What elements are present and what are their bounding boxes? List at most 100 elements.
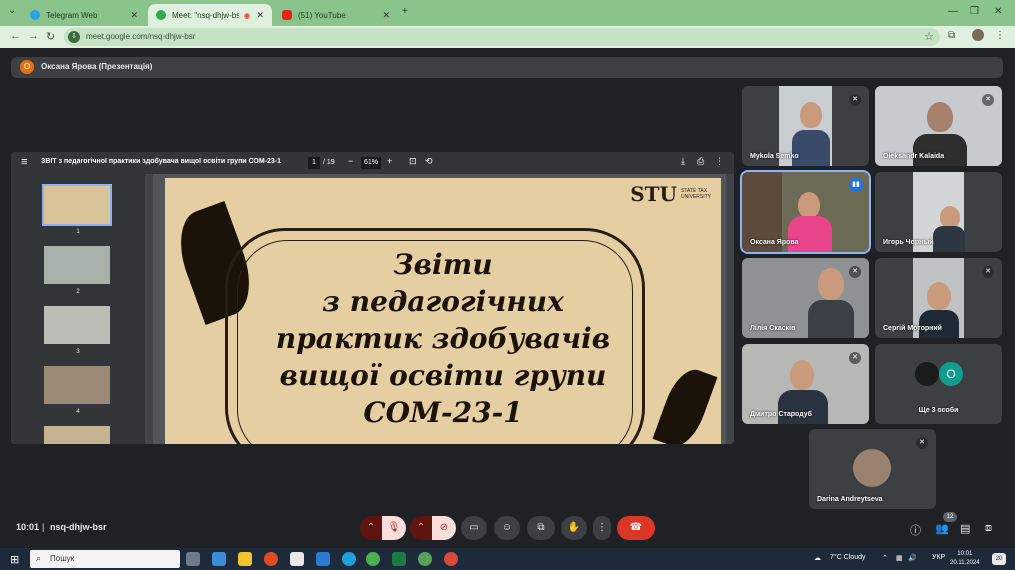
zoom-in-icon[interactable]: +	[387, 156, 392, 166]
participant-tile[interactable]: ✕ Oleksandr Kalaida	[875, 86, 1002, 166]
participant-tile[interactable]: ▮▮ Оксана Ярова	[740, 170, 871, 254]
emoji-button[interactable]: ☺	[494, 516, 520, 540]
bookmark-star-icon[interactable]: ☆	[924, 30, 934, 43]
pdf-viewer: ≡ ЗВІТ з педагогічної практики здобувача…	[11, 152, 734, 444]
muted-mic-icon: ✕	[982, 266, 994, 278]
url-field[interactable]: ⇩ meet.google.com/nsq-dhjw-bsr ☆	[64, 28, 940, 46]
print-icon[interactable]: ⎙	[697, 156, 704, 167]
more-options-button[interactable]: ⋮	[593, 516, 611, 540]
close-icon[interactable]: ✕	[382, 10, 390, 21]
edge-icon[interactable]	[342, 552, 356, 566]
chrome-icon[interactable]	[366, 552, 380, 566]
new-tab-icon[interactable]: +	[402, 6, 408, 17]
close-icon[interactable]: ✕	[256, 10, 264, 21]
page-thumbnail[interactable]	[44, 426, 110, 444]
meet-stage: О Оксана Ярова (Презентація) ≡ ЗВІТ з пе…	[0, 48, 1015, 548]
call-controls-bar: 10:01 | nsq-dhjw-bsr ⌃ 🎙 ⌃ ⊘ ▭ ☺ ⧉ ✋ ⋮ ☎…	[0, 509, 1015, 548]
muted-mic-icon: ✕	[982, 94, 994, 106]
profile-avatar[interactable]	[972, 29, 984, 41]
participant-tile[interactable]: ✕ Лілія Скаскiв	[742, 258, 869, 338]
back-icon[interactable]: ←	[10, 30, 21, 42]
pdf-toolbar: ≡ ЗВІТ з педагогічної практики здобувача…	[11, 152, 734, 174]
site-info-icon[interactable]: ⇩	[68, 31, 80, 43]
minimize-icon[interactable]: —	[948, 6, 958, 17]
mic-off-button[interactable]: 🎙	[382, 516, 406, 540]
page-thumbnail[interactable]	[44, 246, 110, 284]
file-explorer-icon[interactable]	[238, 552, 252, 566]
download-icon[interactable]: ⤓	[681, 156, 685, 167]
chrome-alt-icon[interactable]	[444, 552, 458, 566]
chrome-profile-icon[interactable]	[418, 552, 432, 566]
participant-name: Сергій Моторний	[883, 325, 942, 332]
store-icon[interactable]	[290, 552, 304, 566]
language-indicator[interactable]: УКР	[932, 554, 945, 561]
participant-name: Игорь Чорный	[883, 239, 934, 246]
tab-search-icon[interactable]: ⌄	[8, 5, 16, 16]
more-participants-tile[interactable]: O Ще 3 особи	[875, 344, 1002, 424]
page-scrollbar[interactable]	[726, 174, 734, 444]
reload-icon[interactable]: ↻	[46, 30, 55, 43]
taskbar-search[interactable]: ⌕ Пошук	[30, 550, 180, 568]
mail-icon[interactable]	[316, 552, 330, 566]
participant-tile[interactable]: Игорь Чорный	[875, 172, 1002, 252]
participant-tile[interactable]: ✕ Mykola Semko	[742, 86, 869, 166]
participant-tile[interactable]: ✕ Сергій Моторний	[875, 258, 1002, 338]
chat-icon[interactable]: ▤	[960, 522, 970, 535]
tray-chevron-icon[interactable]: ⌃	[882, 554, 888, 562]
speaker-icon[interactable]: 🔊	[908, 554, 917, 562]
university-logo-caption: STATE TAX UNIVERSITY	[681, 188, 712, 200]
more-menu-icon[interactable]: ⋮	[995, 30, 1005, 41]
separator: |	[42, 522, 45, 532]
taskbar-clock[interactable]: 10:01 20.11.2024	[950, 550, 980, 568]
fit-page-icon[interactable]: ⊡	[409, 156, 417, 167]
present-button[interactable]: ⧉	[527, 516, 555, 540]
sidebar-scrollbar[interactable]	[145, 174, 153, 444]
slide-title-line: практик здобувачів	[275, 322, 611, 355]
participant-name: Дмитро Стародуб	[750, 411, 812, 418]
audio-options-chevron-icon[interactable]: ⌃	[360, 516, 382, 540]
network-icon[interactable]: ▦	[896, 554, 903, 562]
presentation-banner: О Оксана Ярова (Презентація)	[11, 57, 1003, 78]
participant-name: Darina Andreytseva	[817, 496, 883, 503]
page-number-input[interactable]: 1	[308, 157, 320, 169]
opera-icon[interactable]	[264, 552, 278, 566]
more-participants-label: Ще 3 особи	[918, 407, 959, 414]
task-view-icon[interactable]	[186, 552, 200, 566]
video-options-chevron-icon[interactable]: ⌃	[410, 516, 432, 540]
windows-start-icon[interactable]: ⊞	[10, 553, 19, 566]
raise-hand-button[interactable]: ✋	[561, 516, 587, 540]
browser-tab-bar: ⌄ Telegram Web ✕ Meet: "nsq-dhjw-bsr" ◉ …	[0, 0, 1015, 26]
tab-telegram[interactable]: Telegram Web ✕	[22, 4, 146, 26]
participant-name: Mykola Semko	[750, 153, 799, 160]
page-thumbnail[interactable]	[44, 306, 110, 344]
zoom-out-icon[interactable]: −	[348, 156, 353, 166]
maximize-icon[interactable]: ❐	[970, 6, 979, 17]
info-icon[interactable]: ⓘ	[910, 522, 921, 538]
camera-off-button[interactable]: ⊘	[432, 516, 456, 540]
meeting-clock: 10:01	[16, 522, 40, 532]
weather-text[interactable]: 7°C Cloudy	[830, 554, 865, 561]
participant-avatar: O	[939, 362, 963, 386]
tab-meet[interactable]: Meet: "nsq-dhjw-bsr" ◉ ✕	[148, 4, 272, 26]
tab-youtube[interactable]: (51) YouTube ✕	[274, 4, 398, 26]
activities-icon[interactable]: ⧈	[985, 522, 992, 535]
close-icon[interactable]: ✕	[130, 10, 138, 21]
leave-call-button[interactable]: ☎	[617, 516, 655, 540]
more-options-icon[interactable]: ⋮	[715, 156, 724, 167]
forward-icon[interactable]: →	[28, 30, 39, 42]
people-icon[interactable]: 👥	[935, 522, 949, 535]
participant-tile[interactable]: ✕ Darina Andreytseva	[809, 429, 936, 509]
window-close-icon[interactable]: ✕	[994, 6, 1002, 17]
zoom-input[interactable]: 61%	[361, 157, 381, 169]
page-thumbnail[interactable]	[42, 184, 112, 226]
excel-icon[interactable]	[392, 552, 406, 566]
rotate-icon[interactable]: ⟲	[425, 156, 433, 167]
notification-badge[interactable]: 20	[992, 553, 1006, 565]
page-thumbnail[interactable]	[44, 366, 110, 404]
participant-tile[interactable]: ✕ Дмитро Стародуб	[742, 344, 869, 424]
copilot-icon[interactable]	[212, 552, 226, 566]
extensions-icon[interactable]: ⧉	[948, 30, 955, 41]
menu-icon[interactable]: ≡	[21, 156, 27, 168]
captions-button[interactable]: ▭	[461, 516, 487, 540]
slide-title-line: з педагогічних	[322, 285, 564, 318]
